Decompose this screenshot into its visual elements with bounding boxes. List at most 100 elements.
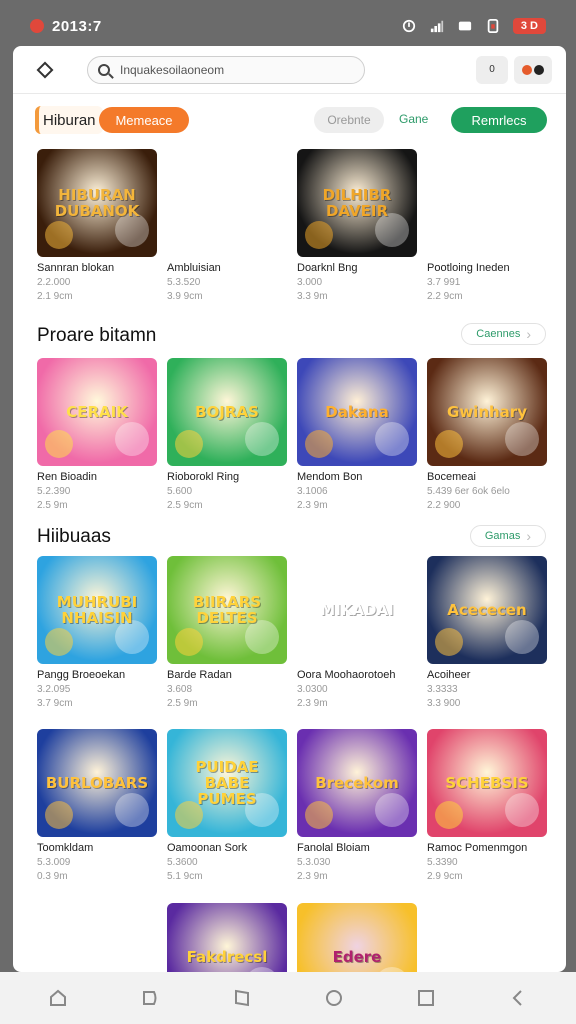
game-logo-text: BOJRAS: [195, 403, 259, 421]
search-input[interactable]: Inquakesoilaoneom: [87, 55, 365, 84]
game-thumbnail[interactable]: SCHEBSIS: [427, 729, 547, 837]
game-thumbnail[interactable]: BOJRAS: [167, 358, 287, 466]
game-logo-text: Fakdrecsl: [186, 948, 268, 966]
game-title: Oora Moohaorotoeh: [297, 669, 396, 681]
character-icon: [305, 628, 333, 656]
character-icon: [245, 422, 279, 456]
game-thumbnail[interactable]: BURLOBARS: [37, 729, 157, 837]
game-card[interactable]: Brecekom Fanolal Bloiam 5.3.030 2.3 9m: [297, 729, 417, 882]
game-meta: 2.5 9m: [167, 698, 198, 709]
game-card[interactable]: Edere: [297, 903, 417, 972]
game-logo-text: Dakana: [325, 403, 389, 421]
game-card[interactable]: Ambluisian 5.3.520 3.9 9cm: [167, 149, 287, 302]
game-meta: 2.5 9m: [37, 500, 68, 511]
chip-secondary[interactable]: Orebnte: [314, 107, 384, 133]
character-icon: [305, 801, 333, 829]
game-card[interactable]: Dakana Mendom Bon 3.1006 2.3 9m: [297, 358, 417, 511]
game-thumbnail[interactable]: [37, 903, 157, 972]
game-thumbnail[interactable]: CERAIK: [37, 358, 157, 466]
character-icon: [375, 422, 409, 456]
game-thumbnail[interactable]: PUIDAE BABE PUMES: [167, 729, 287, 837]
bookmark-icon[interactable]: [232, 988, 252, 1008]
game-thumbnail[interactable]: Fakdrecsl: [167, 903, 287, 972]
chip-link[interactable]: Gane: [399, 112, 428, 126]
game-meta: 3.3 9m: [297, 291, 328, 302]
game-title: Rioborokl Ring: [167, 471, 240, 483]
game-card[interactable]: HIBURAN DUBANOK Sannran blokan 2.2.000 2.1 …: [37, 149, 157, 302]
game-card[interactable]: [37, 903, 157, 972]
circle-home-icon[interactable]: [324, 988, 344, 1008]
character-icon: [305, 430, 333, 458]
game-thumbnail[interactable]: DILHIBR DAVEIR: [297, 149, 417, 257]
game-logo-text: BURLOBARS: [45, 774, 149, 792]
game-meta: 5.3600: [167, 857, 198, 868]
back-icon[interactable]: [508, 988, 528, 1008]
game-card[interactable]: MIKADAI Oora Moohaorotoeh 3.0300 2.3 9m: [297, 556, 417, 709]
shield-icon[interactable]: [140, 988, 160, 1008]
home-icon[interactable]: [48, 988, 68, 1008]
game-thumbnail[interactable]: Brecekom: [297, 729, 417, 837]
game-meta: 2.9 9cm: [427, 871, 463, 882]
section-title: Hiibuaas: [37, 526, 111, 547]
game-title: Sannran blokan: [37, 262, 115, 274]
character-icon: [305, 221, 333, 249]
game-card[interactable]: MUHRUBI NHAISIN Pangg Broeoekan 3.2.095 3.7…: [37, 556, 157, 709]
game-logo-text: SCHEBSIS: [445, 774, 529, 792]
game-card[interactable]: Gwinhary Bocemeai 5.439 6er 6ok 6elo 2.2 90…: [427, 358, 547, 511]
game-meta: 3.608: [167, 684, 193, 695]
game-card[interactable]: CERAIK Ren Bioadin 5.2.390 2.5 9m: [37, 358, 157, 511]
chip-home[interactable]: Hiburan: [35, 106, 103, 134]
game-card[interactable]: BOJRAS Rioborokl Ring 5.600 2.5 9cm: [167, 358, 287, 511]
game-card[interactable]: Pootloing Ineden 3.7 991 2.2 9cm: [427, 149, 547, 302]
game-thumbnail[interactable]: MUHRUBI NHAISIN: [37, 556, 157, 664]
game-meta: 2.3 9m: [297, 500, 328, 511]
status-bar: 2013:7 3 D: [0, 0, 576, 52]
game-title: Oamoonan Sork: [167, 842, 248, 854]
avatar-icon: [534, 64, 544, 75]
game-thumbnail[interactable]: [167, 149, 287, 257]
game-thumbnail[interactable]: [427, 903, 547, 972]
game-title: Barde Radan: [167, 669, 232, 681]
battery-indicator: 3 D: [512, 18, 546, 34]
game-title: Fanolal Bloiam: [297, 842, 370, 854]
game-meta: 3.7 9cm: [37, 698, 73, 709]
game-thumbnail[interactable]: HIBURAN DUBANOK: [37, 149, 157, 257]
game-thumbnail[interactable]: BIIRARS DELTES: [167, 556, 287, 664]
game-card[interactable]: DILHIBR DAVEIR Doarknl Bng 3.000 3.3 9m: [297, 149, 417, 302]
game-card[interactable]: BIIRARS DELTES Barde Radan 3.608 2.5 9m: [167, 556, 287, 709]
game-meta: 3.3 900: [427, 698, 461, 709]
see-all-link[interactable]: Gamas: [469, 525, 546, 547]
status-icons: 3 D: [401, 18, 546, 34]
game-logo-text: CERAIK: [66, 403, 128, 421]
chip-primary[interactable]: Memeace: [99, 107, 189, 133]
profile-button[interactable]: [514, 55, 552, 84]
game-card[interactable]: PUIDAE BABE PUMES Oamoonan Sork 5.3600 5.1 …: [167, 729, 287, 882]
signal-icon: [430, 20, 443, 33]
game-card[interactable]: [427, 903, 547, 972]
game-thumbnail[interactable]: Edere: [297, 903, 417, 972]
game-thumbnail[interactable]: [427, 149, 547, 257]
chip-action[interactable]: Remrlecs: [451, 107, 547, 133]
game-card[interactable]: SCHEBSIS Ramoc Pomenmgon 5.3390 2.9 9cm: [427, 729, 547, 882]
game-card[interactable]: BURLOBARS Toomkldam 5.3.009 0.3 9m: [37, 729, 157, 882]
tabs-button[interactable]: 0: [476, 55, 508, 84]
diamond-icon[interactable]: [36, 61, 54, 78]
sim-icon: [487, 19, 499, 33]
record-icon: [522, 64, 532, 75]
character-icon: [505, 620, 539, 654]
game-meta: 3.1006: [297, 486, 328, 497]
game-thumbnail[interactable]: Acececen: [427, 556, 547, 664]
recents-icon[interactable]: [416, 988, 436, 1008]
game-card[interactable]: Fakdrecsl: [167, 903, 287, 972]
character-icon: [375, 620, 409, 654]
game-thumbnail[interactable]: MIKADAI: [297, 556, 417, 664]
game-logo-text: DILHIBR DAVEIR: [322, 186, 392, 220]
character-icon: [175, 628, 203, 656]
game-thumbnail[interactable]: Dakana: [297, 358, 417, 466]
character-icon: [175, 430, 203, 458]
game-thumbnail[interactable]: Gwinhary: [427, 358, 547, 466]
see-all-link[interactable]: Caennes: [461, 323, 546, 345]
game-card[interactable]: Acececen Acoiheer 3.3333 3.3 900: [427, 556, 547, 709]
game-logo-text: MIKADAI: [320, 601, 394, 619]
character-icon: [45, 430, 73, 458]
